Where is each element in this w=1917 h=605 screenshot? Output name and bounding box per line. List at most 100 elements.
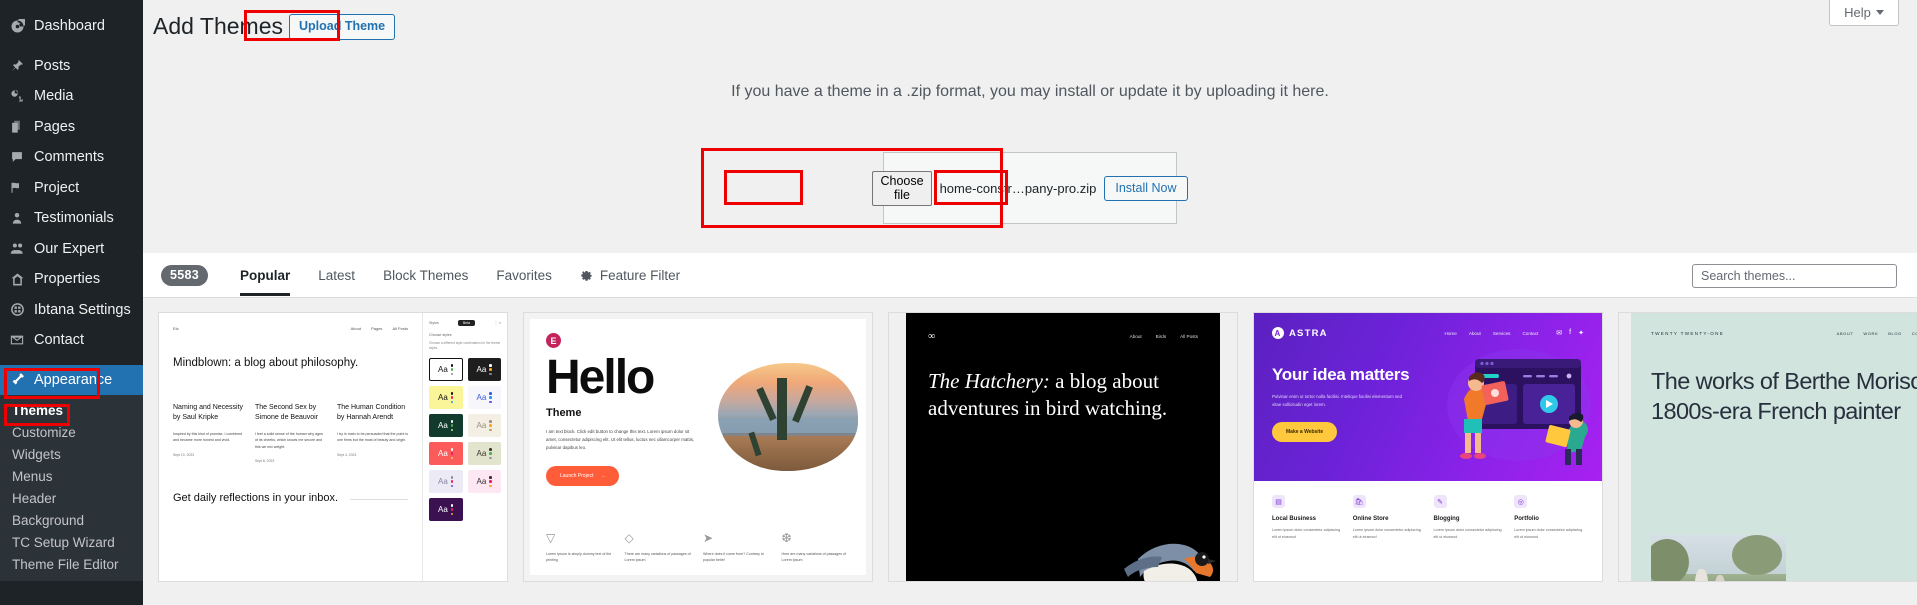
tt4-style-swatch[interactable]: Aa bbox=[467, 470, 501, 494]
tt4-swatch-label: Aa bbox=[438, 421, 448, 431]
tt4-post-title: The Second Sex by Simone de Beauvoir bbox=[255, 404, 319, 422]
sidebar-item-label: Project bbox=[34, 179, 80, 196]
tt4-styles-panel: Styles Beta ⋮ × Choose styles Choose a d… bbox=[422, 313, 507, 581]
sidebar-item-project[interactable]: Project bbox=[0, 173, 143, 204]
theme-card[interactable]: A ASTRA Home About Services Contact ✉ f … bbox=[1253, 312, 1603, 582]
astra-nav-item: Contact bbox=[1522, 330, 1539, 336]
sidebar-item-comments[interactable]: Comments bbox=[0, 142, 143, 173]
tt1-headline: The works of Berthe Morisot, 1800s-era F… bbox=[1651, 368, 1917, 425]
pages-icon bbox=[10, 120, 34, 134]
sidebar-item-appearance[interactable]: Appearance bbox=[0, 364, 143, 395]
tt4-styles-subtitle: Choose styles bbox=[429, 333, 452, 337]
tt4-swatch-label: Aa bbox=[438, 449, 448, 459]
gear-icon bbox=[580, 269, 593, 282]
submenu-item-widgets[interactable]: Widgets bbox=[0, 443, 143, 465]
tt4-swatch-dots bbox=[489, 476, 492, 488]
sidebar-item-posts[interactable]: Posts bbox=[0, 51, 143, 82]
infinity-logo-icon: ∞ bbox=[928, 331, 935, 342]
astra-logo: A ASTRA bbox=[1272, 327, 1328, 339]
tt4-style-swatch[interactable]: Aa bbox=[429, 470, 463, 494]
tt4-post: Naming and Necessity by Saul Kripke Insp… bbox=[173, 403, 244, 463]
tt1-nav-item: WORK bbox=[1863, 331, 1879, 336]
tt4-swatch-label: Aa bbox=[438, 505, 448, 515]
tt4-style-swatch[interactable]: Aa bbox=[467, 414, 501, 438]
theme-card[interactable]: Etc About Pages All Posts Mindblown: a b… bbox=[158, 312, 508, 582]
search-input[interactable] bbox=[1692, 264, 1897, 288]
sidebar-item-label: Comments bbox=[34, 149, 105, 166]
tt4-swatch-label: Aa bbox=[438, 393, 448, 403]
themes-grid: Etc About Pages All Posts Mindblown: a b… bbox=[158, 312, 1917, 605]
tt4-style-swatch[interactable]: Aa bbox=[429, 386, 463, 410]
sidebar-item-media[interactable]: Media bbox=[0, 81, 143, 112]
tt4-style-swatch[interactable]: Aa bbox=[429, 414, 463, 438]
our-expert-icon bbox=[10, 241, 34, 256]
tab-latest[interactable]: Latest bbox=[304, 255, 369, 296]
hello-feature: ◇ There are many variations of passages … bbox=[625, 532, 694, 563]
submenu-item-customize[interactable]: Customize bbox=[0, 421, 143, 443]
submenu-item-themes[interactable]: Themes bbox=[0, 399, 143, 421]
hello-cta-label: Launch Project bbox=[560, 472, 594, 479]
tt1-painting-image bbox=[1651, 535, 1786, 581]
theme-card[interactable]: TWENTY TWENTY-ONE ABOUT WORK BLOG CONTAC… bbox=[1618, 312, 1917, 582]
sidebar-item-properties[interactable]: Properties bbox=[0, 264, 143, 295]
submenu-item-header[interactable]: Header bbox=[0, 487, 143, 509]
tt4-post-excerpt: I try in main to be persuaded that the p… bbox=[337, 432, 408, 443]
sidebar-item-dashboard[interactable]: Dashboard bbox=[0, 11, 143, 42]
tt4-style-swatch[interactable]: Aa bbox=[429, 498, 463, 522]
help-button[interactable]: Help bbox=[1829, 0, 1899, 26]
elementor-badge-letter: E bbox=[550, 335, 557, 346]
tt1-nav-item: CONTACT bbox=[1911, 331, 1917, 336]
tt4-post-date: Sept 4, 2023 bbox=[337, 452, 357, 457]
tt4-swatch-label: Aa bbox=[438, 365, 448, 375]
submenu-item-menus[interactable]: Menus bbox=[0, 465, 143, 487]
astra-features: ▤ Local Business Lorem ipsum dolor conse… bbox=[1254, 481, 1602, 554]
theme-screenshot-twenty-twenty-three: ∞ About Birds All Posts The Hatchery: a … bbox=[889, 313, 1237, 581]
tt4-post: The Second Sex by Simone de Beauvoir I f… bbox=[255, 403, 326, 463]
sidebar-item-label: Pages bbox=[34, 118, 76, 135]
astra-feature: 🛍 Online Store Lorem ipsum dolor consect… bbox=[1352, 495, 1423, 540]
sidebar-item-testimonials[interactable]: Testimonials bbox=[0, 203, 143, 234]
tt4-swatch-label: Aa bbox=[476, 393, 487, 403]
submenu-item-background[interactable]: Background bbox=[0, 509, 143, 531]
tt4-style-swatch[interactable]: Aa bbox=[467, 386, 501, 410]
upload-description: If you have a theme in a .zip format, yo… bbox=[731, 83, 1329, 100]
tt3-nav-item: About bbox=[1129, 334, 1142, 339]
astra-hero: A ASTRA Home About Services Contact ✉ f … bbox=[1254, 313, 1602, 481]
theme-card[interactable]: ∞ About Birds All Posts The Hatchery: a … bbox=[888, 312, 1238, 582]
tab-favorites[interactable]: Favorites bbox=[482, 255, 566, 296]
tt4-swatch-dots bbox=[489, 448, 492, 460]
choose-file-button[interactable]: Choose file bbox=[872, 170, 932, 206]
tab-block-themes[interactable]: Block Themes bbox=[369, 255, 482, 296]
tt4-styles-description: Choose a different style combination for… bbox=[429, 341, 501, 351]
hello-inner: E Hello Theme I am text block. Click edi… bbox=[530, 319, 866, 575]
tt4-post: The Human Condition by Hannah Arendt I t… bbox=[337, 403, 408, 463]
astra-feature: ▤ Local Business Lorem ipsum dolor conse… bbox=[1272, 495, 1342, 540]
feature-filter-button[interactable]: Feature Filter bbox=[580, 268, 680, 283]
tt1-inner: TWENTY TWENTY-ONE ABOUT WORK BLOG CONTAC… bbox=[1631, 313, 1917, 581]
hello-feature: ▽ Lorem Ipsum is simply dummy text of th… bbox=[546, 532, 615, 563]
properties-icon bbox=[10, 272, 34, 287]
hello-feature-text: Lorem Ipsum is simply dummy text of the … bbox=[546, 551, 612, 562]
tt4-swatch-dots bbox=[489, 364, 492, 376]
tt4-style-swatch[interactable]: Aa bbox=[467, 442, 501, 466]
tt4-nav-item: About bbox=[350, 326, 362, 331]
water bbox=[718, 419, 858, 434]
sidebar-item-contact[interactable]: Contact bbox=[0, 325, 143, 356]
sidebar-item-our-expert[interactable]: Our Expert bbox=[0, 234, 143, 265]
submenu-item-theme-file-editor[interactable]: Theme File Editor bbox=[0, 553, 143, 575]
project-icon bbox=[10, 180, 34, 195]
sidebar-item-pages[interactable]: Pages bbox=[0, 112, 143, 143]
upload-theme-button[interactable]: Upload Theme bbox=[288, 13, 396, 40]
local-business-icon: ▤ bbox=[1272, 495, 1285, 508]
install-now-button[interactable]: Install Now bbox=[1104, 175, 1188, 201]
twitter-icon: ✦ bbox=[1578, 330, 1584, 337]
theme-card[interactable]: E Hello Theme I am text block. Click edi… bbox=[523, 312, 873, 582]
submenu-item-tc-setup-wizard[interactable]: TC Setup Wizard bbox=[0, 531, 143, 553]
snowflake-icon: ❆ bbox=[781, 530, 792, 545]
tt4-style-swatch[interactable]: Aa bbox=[429, 358, 463, 382]
tt4-style-swatch[interactable]: Aa bbox=[467, 358, 501, 382]
tt4-styles-header: Styles Beta ⋮ × bbox=[429, 320, 501, 326]
tt4-style-swatch[interactable]: Aa bbox=[429, 442, 463, 466]
sidebar-item-ibtana-settings[interactable]: Ibtana Settings bbox=[0, 295, 143, 326]
tab-popular[interactable]: Popular bbox=[226, 255, 304, 296]
